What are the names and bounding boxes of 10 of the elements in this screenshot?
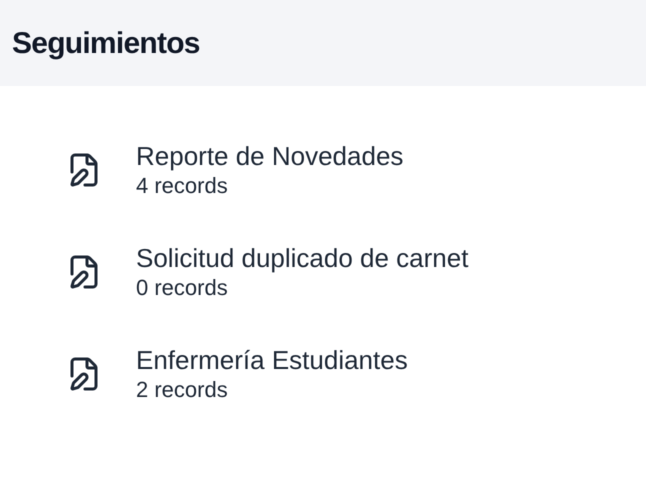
item-title: Reporte de Novedades	[136, 140, 404, 172]
record-count: 0 records	[136, 274, 229, 302]
item-title: Solicitud duplicado de carnet	[136, 242, 468, 274]
list-item[interactable]: Enfermería Estudiantes 2 records	[66, 344, 646, 404]
page-title: Seguimientos	[12, 26, 200, 62]
list-item[interactable]: Reporte de Novedades 4 records	[66, 140, 646, 200]
record-count: 2 records	[136, 376, 229, 404]
record-count: 4 records	[136, 172, 229, 200]
list-item[interactable]: Solicitud duplicado de carnet 0 records	[66, 242, 646, 302]
item-title: Enfermería Estudiantes	[136, 344, 408, 376]
